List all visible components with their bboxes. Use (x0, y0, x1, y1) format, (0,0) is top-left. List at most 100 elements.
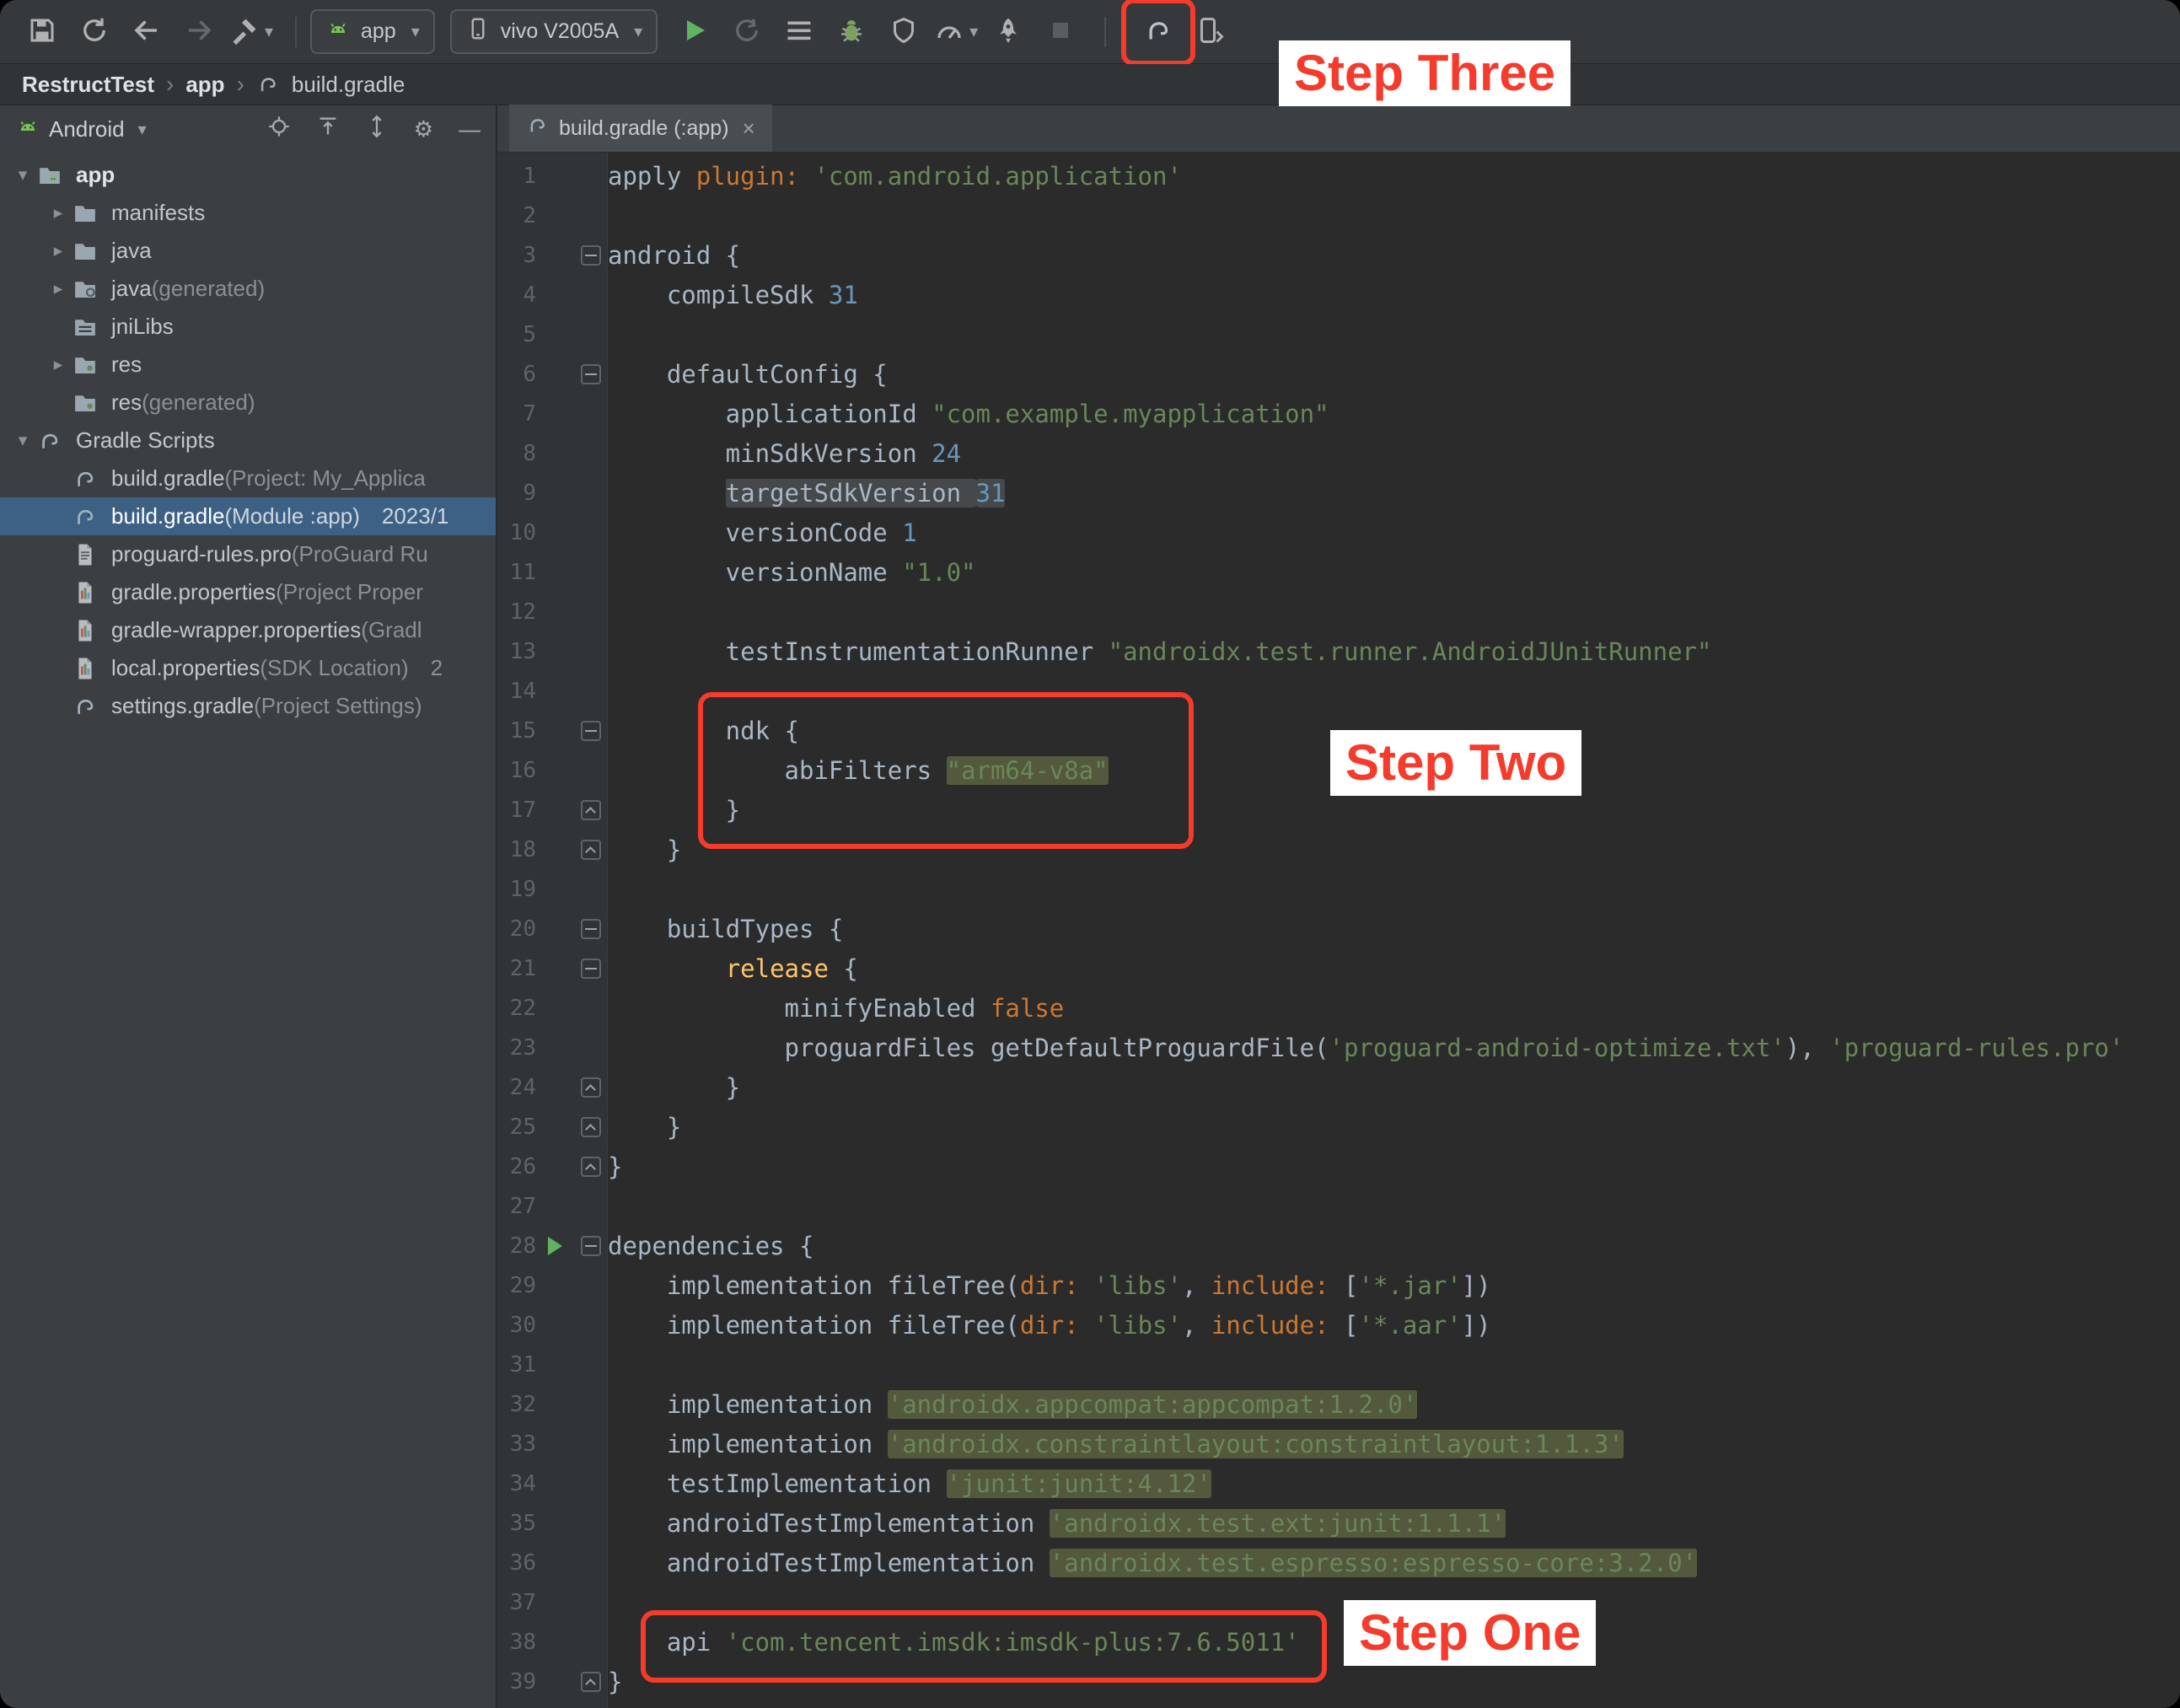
code-text[interactable]: ndk { (608, 717, 799, 745)
code-text[interactable]: apply plugin: 'com.android.application' (608, 162, 1182, 191)
code-text[interactable]: } (608, 1152, 622, 1181)
fold-end-icon[interactable] (574, 840, 608, 860)
code-text[interactable]: defaultConfig { (608, 360, 888, 389)
code-text[interactable]: androidTestImplementation 'androidx.test… (608, 1549, 1697, 1577)
code-text[interactable]: } (608, 796, 740, 824)
code-text[interactable]: } (608, 1113, 681, 1141)
chevron-right-icon[interactable]: ▸ (44, 202, 72, 223)
collapse-all-button[interactable] (316, 115, 340, 144)
tree-item-jnilibs[interactable]: jniLibs (0, 308, 496, 346)
forward-button[interactable] (177, 10, 221, 54)
tree-item-res-generated[interactable]: res (generated) (0, 384, 496, 422)
coverage-button[interactable] (882, 10, 926, 54)
fold-collapse-icon[interactable] (574, 1236, 608, 1256)
fold-collapse-icon[interactable] (574, 245, 608, 266)
run-task-icon[interactable] (536, 1237, 574, 1255)
code-text[interactable]: versionCode 1 (608, 518, 917, 547)
tree-item-qualifier: (ProGuard Ru (292, 541, 428, 567)
fold-collapse-icon[interactable] (574, 721, 608, 741)
back-button[interactable] (125, 10, 169, 54)
chevron-down-icon[interactable]: ▾ (8, 164, 37, 185)
fold-end-icon[interactable] (574, 1157, 608, 1177)
expand-collapse-button[interactable] (365, 115, 389, 144)
code-text[interactable]: android { (608, 241, 740, 270)
line-number: 25 (497, 1114, 536, 1140)
build-button[interactable]: ▾ (229, 10, 273, 54)
settings-gear-button[interactable]: ⚙ (414, 116, 433, 142)
fold-end-icon[interactable] (574, 800, 608, 820)
code-line-27: 27 (497, 1186, 2180, 1226)
code-text[interactable]: abiFilters "arm64-v8a" (608, 756, 1109, 785)
select-opened-file-button[interactable] (267, 115, 291, 144)
line-number: 6 (497, 362, 536, 387)
tree-item-build-gradle-module-app[interactable]: build.gradle (Module :app)2023/1 (0, 497, 496, 535)
gradle-sync-button[interactable] (1136, 10, 1180, 54)
tree-item-proguard-rules-pro-proguard-ru[interactable]: proguard-rules.pro (ProGuard Ru (0, 535, 496, 573)
project-view-label: Android (49, 116, 125, 142)
hide-panel-button[interactable]: — (459, 116, 481, 142)
debug-button[interactable] (830, 10, 873, 54)
code-line-11: 11 versionName "1.0" (497, 552, 2180, 592)
chevron-right-icon[interactable]: ▸ (44, 278, 72, 299)
tree-item-res[interactable]: ▸res (0, 346, 496, 384)
code-text[interactable]: minSdkVersion 24 (608, 439, 961, 468)
code-text[interactable]: testImplementation 'junit:junit:4.12' (608, 1469, 1211, 1498)
breadcrumb-file[interactable]: build.gradle (292, 72, 405, 98)
run-button[interactable] (673, 10, 717, 54)
fold-end-icon[interactable] (574, 1117, 608, 1137)
chevron-right-icon[interactable]: ▸ (44, 354, 72, 375)
tree-item-gradle-properties-project-proper[interactable]: gradle.properties (Project Proper (0, 573, 496, 611)
profile-low-overhead-button[interactable] (986, 10, 1030, 54)
fold-end-icon[interactable] (574, 1077, 608, 1098)
tree-item-gradle-wrapper-properties-gradl[interactable]: gradle-wrapper.properties (Gradl (0, 611, 496, 649)
tree-item-settings-gradle-project-settings[interactable]: settings.gradle (Project Settings) (0, 687, 496, 725)
fold-collapse-icon[interactable] (574, 959, 608, 979)
sync-project-button[interactable] (72, 10, 116, 54)
tree-item-java-generated[interactable]: ▸java (generated) (0, 270, 496, 308)
code-text[interactable]: } (608, 835, 681, 864)
close-icon[interactable]: × (743, 115, 755, 142)
line-number: 1 (497, 164, 536, 189)
device-manager-button[interactable] (1189, 10, 1232, 54)
tree-item-app[interactable]: ▾app (0, 156, 496, 194)
breadcrumb-project[interactable]: RestructTest (22, 72, 154, 98)
tree-item-build-gradle-project-my-applica[interactable]: build.gradle (Project: My_Applica (0, 459, 496, 497)
apply-changes-button[interactable] (725, 10, 769, 54)
tree-item-java[interactable]: ▸java (0, 232, 496, 270)
code-text[interactable]: applicationId "com.example.myapplication… (608, 400, 1329, 428)
fold-collapse-icon[interactable] (574, 919, 608, 939)
chevron-right-icon[interactable]: ▸ (44, 240, 72, 261)
tree-item-local-properties-sdk-location[interactable]: local.properties (SDK Location)2 (0, 649, 496, 687)
code-text[interactable]: dependencies { (608, 1232, 813, 1260)
code-text[interactable]: targetSdkVersion 31 (608, 479, 1005, 508)
run-config-dropdown[interactable]: app ▾ (310, 9, 435, 54)
project-view-selector[interactable]: Android ▾ (15, 114, 147, 145)
tree-item-gradle-scripts[interactable]: ▾Gradle Scripts (0, 422, 496, 459)
tab-build-gradle[interactable]: build.gradle (:app) × (509, 105, 772, 152)
code-text[interactable]: release { (608, 954, 858, 983)
code-text[interactable]: implementation fileTree(dir: 'libs', inc… (608, 1271, 1491, 1300)
device-dropdown[interactable]: vivo V2005A ▾ (450, 9, 658, 54)
code-text[interactable]: buildTypes { (608, 915, 843, 943)
stop-button[interactable] (1039, 10, 1082, 54)
code-text[interactable]: versionName "1.0" (608, 558, 976, 587)
code-text[interactable]: compileSdk 31 (608, 281, 858, 309)
breadcrumb-module[interactable]: app (185, 72, 224, 98)
code-text[interactable]: } (608, 1073, 740, 1102)
code-text[interactable]: proguardFiles getDefaultProguardFile('pr… (608, 1034, 2124, 1062)
chevron-down-icon[interactable]: ▾ (8, 430, 37, 451)
code-text[interactable]: api 'com.tencent.imsdk:imsdk-plus:7.6.50… (608, 1628, 1300, 1657)
save-button[interactable] (20, 10, 64, 54)
tree-item-manifests[interactable]: ▸manifests (0, 194, 496, 232)
run-tasks-list-button[interactable] (777, 10, 821, 54)
code-text[interactable]: implementation 'androidx.constraintlayou… (608, 1430, 1624, 1458)
code-text[interactable]: implementation 'androidx.appcompat:appco… (608, 1390, 1417, 1419)
fold-end-icon[interactable] (574, 1672, 608, 1692)
code-text[interactable]: testInstrumentationRunner "androidx.test… (608, 637, 1711, 666)
code-text[interactable]: implementation fileTree(dir: 'libs', inc… (608, 1311, 1491, 1340)
code-text[interactable]: androidTestImplementation 'androidx.test… (608, 1509, 1506, 1538)
code-text[interactable]: } (608, 1668, 622, 1696)
fold-collapse-icon[interactable] (574, 364, 608, 384)
code-text[interactable]: minifyEnabled false (608, 994, 1064, 1023)
profiler-button[interactable]: ▾ (934, 10, 978, 54)
